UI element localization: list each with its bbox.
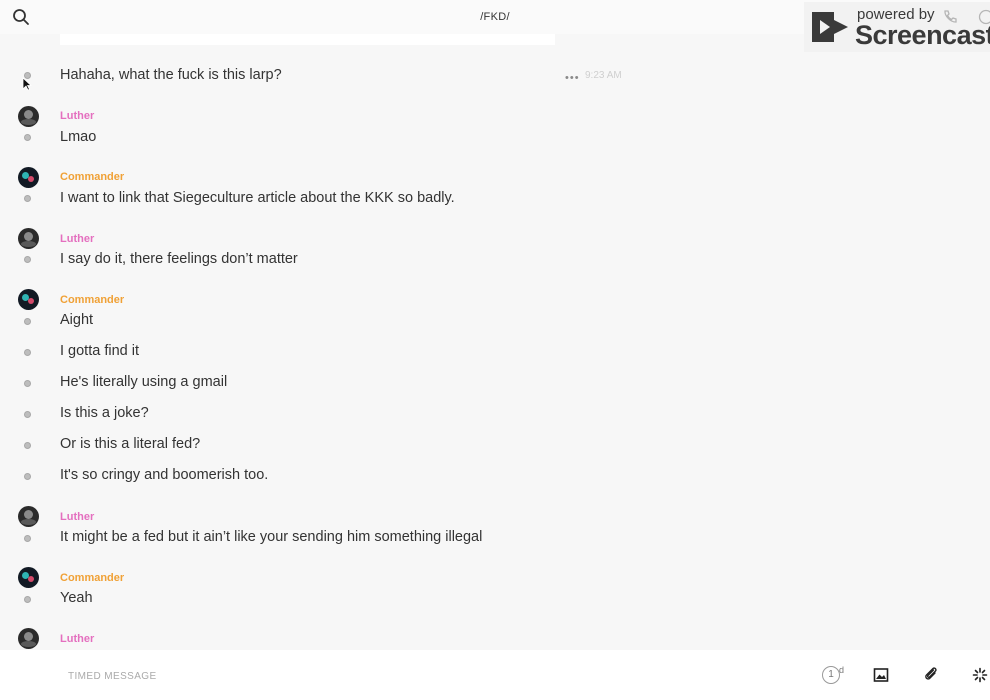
- author-name[interactable]: Luther: [60, 233, 94, 245]
- avatar[interactable]: [18, 228, 39, 249]
- status-dot: [24, 256, 31, 263]
- message-text: I say do it, there feelings don’t matter: [60, 251, 298, 267]
- sparkle-icon[interactable]: [972, 667, 988, 683]
- message-timestamp: 9:23 AM: [585, 70, 622, 81]
- avatar[interactable]: [18, 289, 39, 310]
- status-dot: [24, 380, 31, 387]
- watermark-brand-text: Screencastify: [855, 20, 990, 50]
- image-icon[interactable]: [873, 667, 889, 683]
- status-dot: [24, 473, 31, 480]
- author-name[interactable]: Luther: [60, 633, 94, 645]
- message-text: Is this a joke?: [60, 405, 149, 421]
- mouse-cursor-icon: [22, 77, 32, 91]
- author-name[interactable]: Commander: [60, 572, 124, 584]
- timer-unit: d: [839, 665, 845, 675]
- status-dot: [24, 318, 31, 325]
- screencastify-logo-icon: [812, 12, 848, 42]
- status-dot: [24, 535, 31, 542]
- status-dot: [24, 411, 31, 418]
- message-text: I gotta find it: [60, 343, 139, 359]
- message-list: Hahaha, what the fuck is this larp? ••• …: [0, 0, 990, 650]
- message-text: He's literally using a gmail: [60, 374, 228, 390]
- author-name[interactable]: Commander: [60, 171, 124, 183]
- paperclip-icon[interactable]: [923, 666, 939, 682]
- avatar[interactable]: [18, 106, 39, 127]
- message-text: I want to link that Siegeculture article…: [60, 190, 455, 206]
- composer-bar: [0, 650, 990, 700]
- author-name[interactable]: Luther: [60, 110, 94, 122]
- author-name[interactable]: Luther: [60, 511, 94, 523]
- timer-value: 1: [828, 669, 834, 680]
- message-text: It's so cringy and boomerish too.: [60, 467, 269, 483]
- status-dot: [24, 349, 31, 356]
- status-dot: [24, 195, 31, 202]
- info-icon[interactable]: [978, 9, 990, 25]
- timed-message-input[interactable]: [66, 664, 770, 688]
- status-dot: [24, 134, 31, 141]
- avatar[interactable]: [18, 506, 39, 527]
- message-text: Lmao: [60, 129, 97, 145]
- more-icon[interactable]: •••: [565, 72, 580, 84]
- message-text: Or is this a literal fed?: [60, 436, 201, 452]
- message-text: It might be a fed but it ain’t like your…: [60, 529, 483, 545]
- phone-icon[interactable]: [942, 9, 958, 25]
- avatar[interactable]: [18, 628, 39, 649]
- author-name[interactable]: Commander: [60, 294, 124, 306]
- status-dot: [24, 596, 31, 603]
- message-text: Hahaha, what the fuck is this larp?: [60, 67, 282, 83]
- timer-icon[interactable]: 1: [822, 666, 840, 684]
- avatar[interactable]: [18, 167, 39, 188]
- message-text: Yeah: [60, 590, 93, 606]
- message-text: Aight: [60, 312, 94, 328]
- status-dot: [24, 442, 31, 449]
- avatar[interactable]: [18, 567, 39, 588]
- screencastify-watermark: powered by Screencastify: [804, 2, 990, 52]
